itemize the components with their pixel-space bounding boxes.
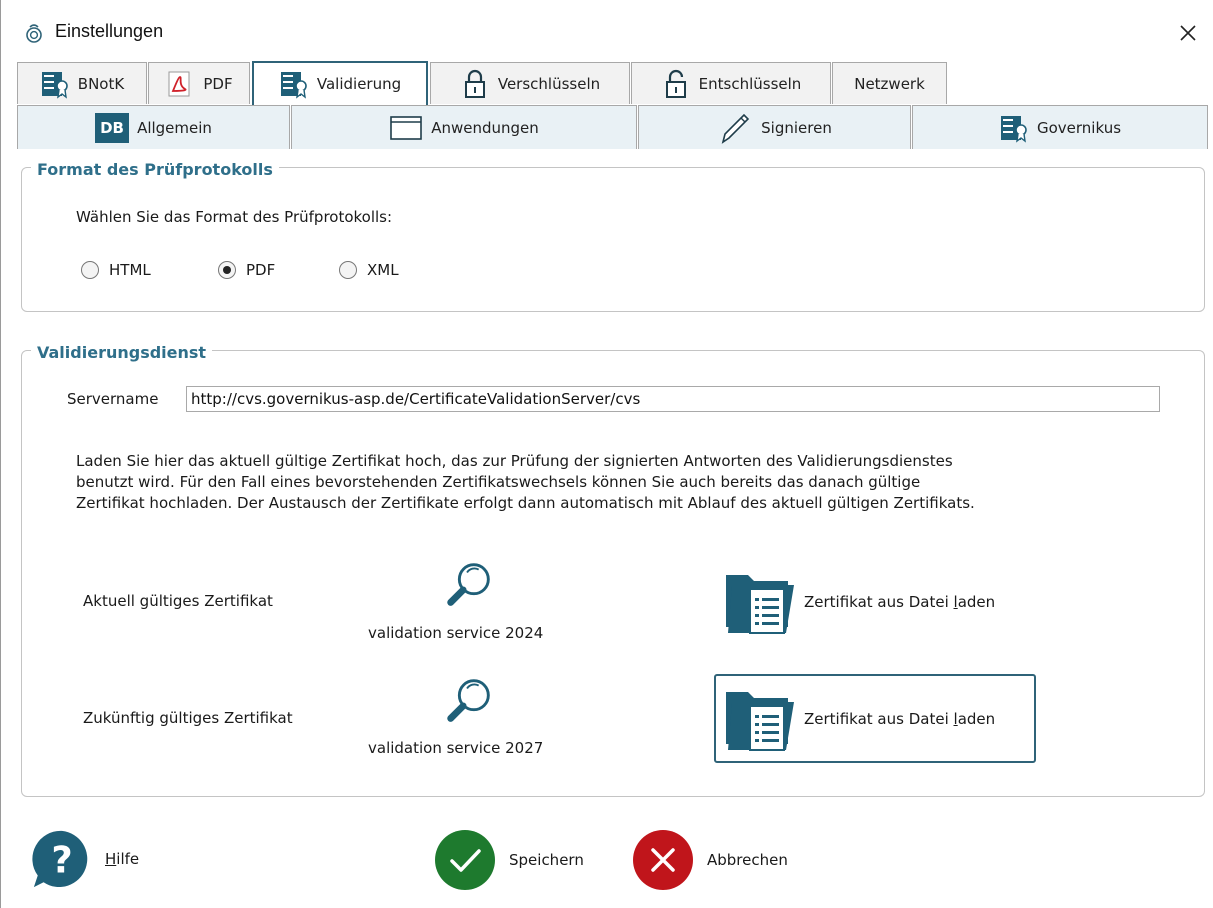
search-icon[interactable] (439, 557, 499, 615)
save-label: Speichern (509, 851, 584, 869)
format-prompt: Wählen Sie das Format des Prüfprotokolls… (76, 208, 393, 226)
load-future-cert-button[interactable]: Zertifikat aus Datei laden (714, 674, 1036, 763)
future-cert-name: validation service 2027 (368, 739, 544, 757)
description-line: Zertifikat hochladen. Der Austausch der … (76, 494, 975, 512)
server-input[interactable]: http://cvs.governikus-asp.de/Certificate… (186, 386, 1160, 412)
pdf-icon (168, 71, 190, 96)
tab-netzwerk[interactable]: Netzwerk (832, 62, 947, 104)
load-current-cert-button[interactable]: Zertifikat aus Datei laden (720, 564, 1034, 640)
radio-label: PDF (246, 261, 276, 279)
window-title: Einstellungen (55, 21, 164, 41)
tab-anwendungen[interactable]: Anwendungen (291, 105, 637, 149)
validation-legend: Validierungsdienst (31, 343, 213, 362)
save-button[interactable]: Speichern (434, 829, 604, 891)
tab-label: Anwendungen (431, 118, 539, 137)
server-label: Servername (67, 390, 159, 408)
help-button[interactable]: ? Hilfe (29, 828, 169, 892)
help-label: Hilfe (105, 850, 140, 868)
tab-label: Validierung (316, 75, 402, 93)
format-panel (21, 167, 1205, 312)
title-bar: Einstellungen (1, 0, 1213, 60)
tab-bnotk[interactable]: BNotK (17, 62, 147, 104)
description-line: benutzt wird. Für den Fall eines bevorst… (76, 473, 921, 491)
server-certificate-icon (1000, 115, 1027, 143)
server-certificate-icon (41, 71, 68, 99)
check-icon (435, 830, 495, 890)
radio-indicator (81, 261, 99, 279)
current-cert-name: validation service 2024 (368, 624, 544, 642)
tab-validierung[interactable]: Validierung (252, 61, 428, 105)
tab-governikus[interactable]: Governikus (912, 105, 1208, 149)
load-button-label: Zertifikat aus Datei laden (804, 709, 996, 728)
cancel-button[interactable]: Abbrechen (632, 829, 812, 891)
tab-label: Netzwerk (854, 74, 925, 93)
radio-indicator (339, 261, 357, 279)
lock-closed-icon (464, 69, 485, 98)
server-certificate-icon (280, 72, 307, 99)
current-cert-label: Aktuell gültiges Zertifikat (83, 592, 273, 610)
folder-document-icon (726, 691, 794, 751)
radio-indicator (218, 261, 236, 279)
tab-pdf[interactable]: PDF (148, 62, 250, 104)
tab-verschluesseln[interactable]: Verschlüsseln (430, 62, 630, 104)
tab-allgemein[interactable]: DB Allgemein (17, 105, 290, 149)
radio-html[interactable]: HTML (81, 261, 151, 279)
description-line: Laden Sie hier das aktuell gültige Zerti… (76, 452, 953, 470)
svg-text:?: ? (51, 839, 72, 882)
tab-label: Allgemein (137, 118, 212, 137)
radio-xml[interactable]: XML (339, 261, 399, 279)
tab-label: Signieren (761, 118, 832, 137)
tab-label: Governikus (1036, 118, 1122, 137)
radio-label: HTML (109, 261, 151, 279)
format-legend: Format des Prüfprotokolls (31, 160, 279, 179)
tab-signieren[interactable]: Signieren (638, 105, 911, 149)
tab-label: PDF (203, 74, 233, 93)
pen-icon (721, 113, 750, 144)
tab-label: Entschlüsseln (698, 74, 802, 93)
help-icon: ? (32, 830, 88, 888)
lock-open-icon (665, 69, 686, 98)
folder-document-icon (726, 575, 794, 634)
validation-description: Laden Sie hier das aktuell gültige Zerti… (76, 451, 1186, 514)
search-icon[interactable] (439, 673, 499, 731)
settings-window: Einstellungen BNotK PDF Validierung Vers… (0, 0, 1213, 908)
radio-label: XML (367, 261, 399, 279)
tab-entschluesseln[interactable]: Entschlüsseln (631, 62, 831, 104)
tab-label: Verschlüsseln (497, 74, 601, 93)
cancel-label: Abbrechen (707, 851, 788, 869)
future-cert-label: Zukünftig gültiges Zertifikat (83, 709, 293, 727)
window-icon (390, 115, 423, 140)
load-button-label: Zertifikat aus Datei laden (804, 593, 996, 611)
radio-pdf[interactable]: PDF (218, 261, 275, 279)
db-icon: DB (95, 112, 130, 143)
tab-label: BNotK (77, 74, 125, 93)
close-icon[interactable] (1171, 16, 1205, 50)
app-icon (26, 24, 42, 43)
close-icon (633, 830, 693, 890)
